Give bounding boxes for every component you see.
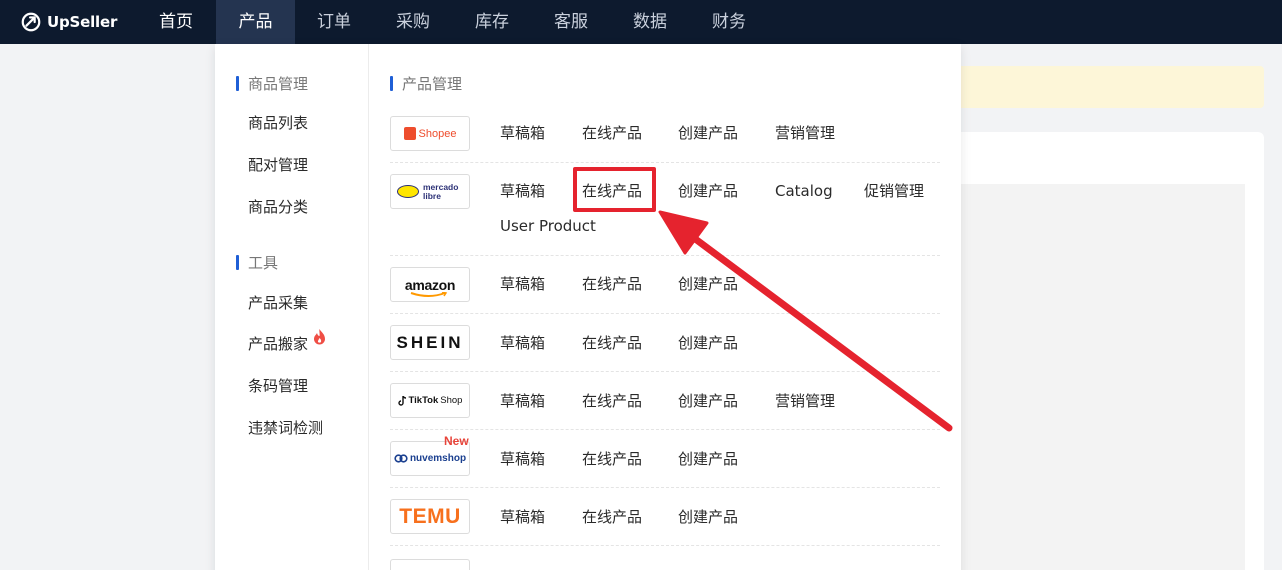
mercadolibre-handshake-icon — [397, 185, 419, 198]
tiktok-logo-suffix: Shop — [440, 395, 463, 406]
section-title-label: 工具 — [248, 253, 279, 272]
menu-item-move[interactable]: 产品搬家 — [248, 334, 308, 354]
new-badge: New — [444, 434, 469, 448]
amazon-create-link[interactable]: 创建产品 — [678, 274, 738, 294]
temu-logo-text: TEMU — [399, 504, 461, 528]
amazon-logo: amazon — [390, 267, 470, 302]
fire-icon — [314, 329, 325, 345]
tiktok-draft-link[interactable]: 草稿箱 — [500, 391, 545, 411]
top-nav-bar: UpSeller 首页 产品 订单 采购 库存 客服 数据 财务 — [0, 0, 1282, 44]
section-title-label: 商品管理 — [248, 74, 309, 93]
products-dropdown-menu: 商品管理 商品列表 配对管理 商品分类 工具 产品采集 产品搬家 条码管理 违禁… — [215, 44, 961, 570]
temu-create-link[interactable]: 创建产品 — [678, 507, 738, 527]
shopee-draft-link[interactable]: 草稿箱 — [500, 123, 545, 143]
tiktok-logo: TikTok Shop — [390, 383, 470, 418]
shopee-create-link[interactable]: 创建产品 — [678, 123, 738, 143]
shopee-bag-icon — [403, 127, 416, 140]
upseller-logo[interactable]: UpSeller — [20, 10, 117, 34]
menu-left-column: 商品管理 商品列表 配对管理 商品分类 工具 产品采集 产品搬家 条码管理 违禁… — [215, 44, 369, 570]
shopee-marketing-link[interactable]: 营销管理 — [775, 123, 835, 143]
platform-row-nuvemshop: nuvemshop New 草稿箱 在线产品 创建产品 — [390, 430, 940, 488]
next-platform-logo — [390, 559, 470, 570]
temu-online-link[interactable]: 在线产品 — [582, 507, 642, 527]
shein-draft-link[interactable]: 草稿箱 — [500, 333, 545, 353]
content-area — [950, 184, 1245, 570]
highlight-box — [573, 167, 656, 212]
platform-row-mercadolibre: mercado libre 草稿箱 在线产品 创建产品 Catalog 促销管理 … — [390, 163, 940, 256]
tiktok-online-link[interactable]: 在线产品 — [582, 391, 642, 411]
shopee-online-link[interactable]: 在线产品 — [582, 123, 642, 143]
platform-row-shopee: Shopee 草稿箱 在线产品 创建产品 营销管理 — [390, 108, 940, 163]
mercadolibre-logo: mercado libre — [390, 174, 470, 209]
nav-item-customer-service[interactable]: 客服 — [554, 0, 588, 44]
nuvemshop-create-link[interactable]: 创建产品 — [678, 449, 738, 469]
shopee-logo-text: Shopee — [418, 127, 457, 140]
amazon-online-link[interactable]: 在线产品 — [582, 274, 642, 294]
platform-row-amazon: amazon 草稿箱 在线产品 创建产品 — [390, 256, 940, 314]
section-marker — [236, 254, 239, 270]
shopee-logo: Shopee — [390, 116, 470, 151]
shein-online-link[interactable]: 在线产品 — [582, 333, 642, 353]
nav-item-purchase[interactable]: 采购 — [396, 0, 430, 44]
section-title-product-management-right: 产品管理 — [390, 73, 462, 93]
nav-item-finance[interactable]: 财务 — [712, 0, 746, 44]
shein-logo-text: SHEIN — [396, 332, 464, 352]
nav-item-products[interactable]: 产品 — [216, 0, 295, 44]
mercadolibre-create-link[interactable]: 创建产品 — [678, 181, 738, 201]
mercadolibre-promotion-link[interactable]: 促销管理 — [864, 181, 924, 201]
shein-create-link[interactable]: 创建产品 — [678, 333, 738, 353]
nuvemshop-draft-link[interactable]: 草稿箱 — [500, 449, 545, 469]
nuvemshop-logo-text: nuvemshop — [409, 453, 467, 464]
nuvemshop-cloud-icon — [394, 454, 408, 463]
mercadolibre-draft-link[interactable]: 草稿箱 — [500, 181, 545, 201]
section-title-tools: 工具 — [236, 252, 278, 272]
amazon-logo-text: amazon — [404, 276, 456, 293]
menu-item-category[interactable]: 商品分类 — [248, 197, 308, 217]
platform-row-shein: SHEIN 草稿箱 在线产品 创建产品 — [390, 314, 940, 372]
tiktok-create-link[interactable]: 创建产品 — [678, 391, 738, 411]
tiktok-logo-text: TikTok — [408, 395, 439, 406]
mercadolibre-user-product-link[interactable]: User Product — [500, 216, 596, 236]
menu-item-pairing[interactable]: 配对管理 — [248, 155, 308, 175]
menu-item-product-list[interactable]: 商品列表 — [248, 113, 308, 133]
tiktok-note-icon — [397, 395, 406, 406]
amazon-draft-link[interactable]: 草稿箱 — [500, 274, 545, 294]
nav-item-orders[interactable]: 订单 — [317, 0, 351, 44]
nav-item-inventory[interactable]: 库存 — [475, 0, 509, 44]
menu-item-collect[interactable]: 产品采集 — [248, 293, 308, 313]
nav-item-data[interactable]: 数据 — [633, 0, 667, 44]
section-marker — [390, 75, 393, 91]
mercadolibre-catalog-link[interactable]: Catalog — [775, 181, 833, 201]
menu-item-prohibited-words[interactable]: 违禁词检测 — [248, 418, 323, 438]
mercadolibre-logo-text-2: libre — [423, 190, 441, 201]
app-name: UpSeller — [47, 13, 118, 31]
notice-bar — [940, 66, 1264, 108]
nuvemshop-online-link[interactable]: 在线产品 — [582, 449, 642, 469]
amazon-smile-icon — [410, 291, 448, 297]
temu-logo: TEMU — [390, 499, 470, 534]
upseller-logo-icon — [21, 12, 41, 32]
section-title-label: 产品管理 — [402, 74, 463, 93]
nav-item-home[interactable]: 首页 — [159, 0, 193, 44]
temu-draft-link[interactable]: 草稿箱 — [500, 507, 545, 527]
tiktok-marketing-link[interactable]: 营销管理 — [775, 391, 835, 411]
platform-row-tiktok: TikTok Shop 草稿箱 在线产品 创建产品 营销管理 — [390, 372, 940, 430]
platform-row-temu: TEMU 草稿箱 在线产品 创建产品 — [390, 488, 940, 546]
section-marker — [236, 75, 239, 91]
section-title-product-management: 商品管理 — [236, 73, 308, 93]
shein-logo: SHEIN — [390, 325, 470, 360]
menu-item-barcode[interactable]: 条码管理 — [248, 376, 308, 396]
